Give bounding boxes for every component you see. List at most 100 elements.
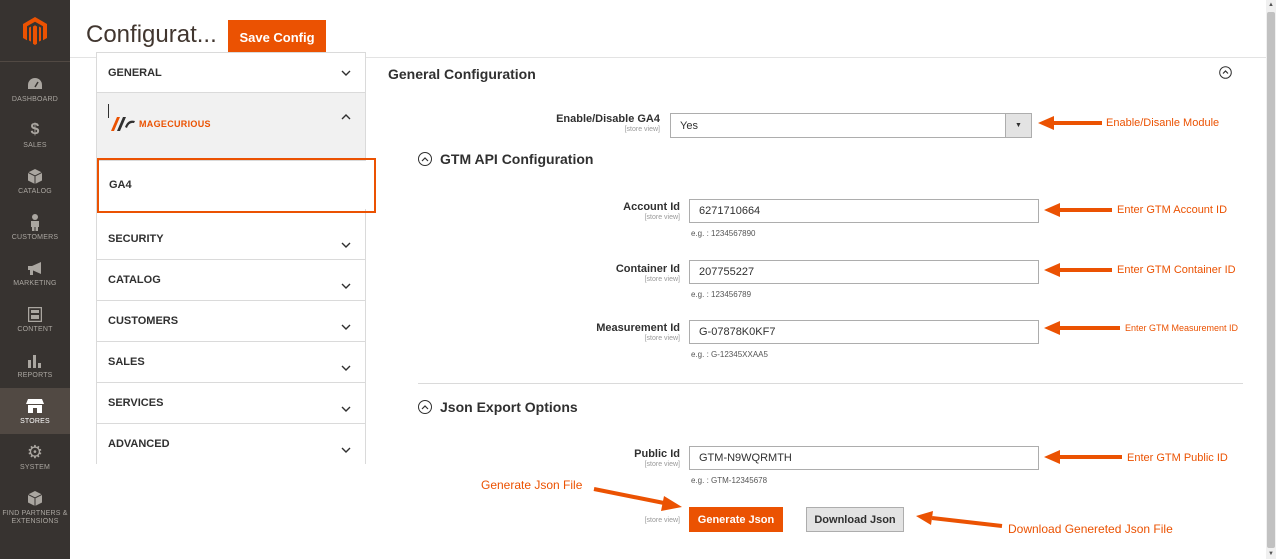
tab-label: SECURITY bbox=[108, 233, 164, 245]
measurement-id-note: e.g. : G-12345XXAA5 bbox=[691, 350, 768, 359]
nav-item-reports[interactable]: REPORTS bbox=[0, 342, 70, 388]
nav-label: CATALOG bbox=[18, 188, 52, 195]
tab-label: GENERAL bbox=[108, 67, 162, 79]
magecurious-icon bbox=[111, 117, 135, 131]
page-header: Configurat... Save Config bbox=[70, 0, 1266, 58]
nav-label: CONTENT bbox=[17, 326, 53, 333]
box-icon bbox=[28, 488, 42, 508]
section-title-general-configuration: General Configuration bbox=[388, 66, 536, 82]
annotation-generate: Generate Json File bbox=[481, 478, 583, 492]
brand-label: MAGECURIOUS bbox=[139, 119, 211, 129]
bar-chart-icon bbox=[28, 350, 42, 370]
annotation-container: Enter GTM Container ID bbox=[1117, 264, 1236, 276]
nav-item-marketing[interactable]: MARKETING bbox=[0, 250, 70, 296]
enable-ga4-select[interactable]: Yes ▼ bbox=[670, 113, 1032, 138]
nav-item-customers[interactable]: CUSTOMERS bbox=[0, 204, 70, 250]
magento-logo[interactable] bbox=[0, 0, 70, 62]
field-label: Measurement Id bbox=[596, 322, 680, 334]
nav-item-catalog[interactable]: CATALOG bbox=[0, 158, 70, 204]
scope-label: [store view] bbox=[644, 335, 680, 342]
tab-security[interactable]: SECURITY bbox=[97, 219, 365, 260]
public-id-note: e.g. : GTM-12345678 bbox=[691, 476, 768, 485]
nav-item-stores[interactable]: STORES bbox=[0, 388, 70, 434]
collapse-circle-icon bbox=[418, 152, 432, 166]
buttons-scope: [store view] bbox=[600, 516, 680, 524]
megaphone-icon bbox=[27, 258, 43, 278]
json-export-section-header[interactable]: Json Export Options bbox=[418, 399, 578, 415]
admin-sidebar: DASHBOARD $ SALES CATALOG CUSTOMERS MARK… bbox=[0, 0, 70, 559]
public-id-label: Public Id [store view] bbox=[570, 448, 680, 468]
chevron-down-icon bbox=[341, 235, 351, 253]
annotation-enable: Enable/Disanle Module bbox=[1106, 117, 1220, 129]
gtm-api-section-header[interactable]: GTM API Configuration bbox=[418, 151, 593, 167]
scope-label: [store view] bbox=[644, 214, 680, 221]
field-label: Container Id bbox=[615, 263, 680, 275]
field-label: Public Id bbox=[634, 448, 680, 460]
tab-services[interactable]: SERVICES bbox=[97, 383, 365, 424]
cube-icon bbox=[28, 166, 42, 186]
gtm-api-section-title: GTM API Configuration bbox=[440, 151, 594, 167]
tab-general[interactable]: GENERAL bbox=[97, 53, 365, 93]
dollar-icon: $ bbox=[30, 121, 40, 138]
content-icon bbox=[28, 304, 42, 324]
nav-label: SALES bbox=[23, 142, 47, 149]
nav-item-sales[interactable]: $ SALES bbox=[0, 112, 70, 158]
page-title: Configurat... bbox=[86, 21, 217, 48]
ga4-highlight-box bbox=[97, 158, 376, 213]
chevron-up-icon bbox=[341, 107, 351, 125]
nav-item-dashboard[interactable]: DASHBOARD bbox=[0, 66, 70, 112]
magecurious-logo: MAGECURIOUS bbox=[111, 117, 211, 131]
magento-logo-icon bbox=[23, 16, 47, 45]
measurement-id-label: Measurement Id [store view] bbox=[570, 322, 680, 342]
download-json-button[interactable]: Download Json bbox=[806, 507, 904, 532]
account-id-note: e.g. : 1234567890 bbox=[691, 229, 756, 238]
save-config-button[interactable]: Save Config bbox=[228, 20, 326, 55]
nav-label: STORES bbox=[20, 418, 50, 425]
chevron-down-icon bbox=[341, 399, 351, 417]
tab-label: SERVICES bbox=[108, 397, 164, 409]
config-tabs: GENERAL MAGECURIOUS GA4 SECURITY CATALOG bbox=[96, 52, 366, 465]
generate-json-button[interactable]: Generate Json bbox=[689, 507, 783, 532]
nav-item-system[interactable]: ⚙ SYSTEM bbox=[0, 434, 70, 480]
field-label: Account Id bbox=[623, 201, 680, 213]
tab-divider bbox=[108, 104, 109, 118]
nav-item-content[interactable]: CONTENT bbox=[0, 296, 70, 342]
collapse-circle-icon bbox=[418, 400, 432, 414]
tab-advanced[interactable]: ADVANCED bbox=[97, 424, 365, 465]
measurement-id-input[interactable]: G-07878K0KF7 bbox=[689, 320, 1039, 344]
account-id-label: Account Id [store view] bbox=[570, 201, 680, 221]
container-id-label: Container Id [store view] bbox=[570, 263, 680, 283]
section-divider bbox=[418, 383, 1243, 384]
scope-label: [store view] bbox=[644, 276, 680, 283]
nav-label: REPORTS bbox=[17, 372, 53, 379]
person-icon bbox=[30, 212, 40, 232]
annotation-download: Download Genereted Json File bbox=[1008, 522, 1173, 536]
scope-label: [store view] bbox=[644, 461, 680, 468]
scrollbar-thumb[interactable] bbox=[1267, 12, 1275, 548]
dashboard-icon bbox=[27, 74, 43, 94]
tab-label: ADVANCED bbox=[108, 438, 170, 450]
container-id-note: e.g. : 123456789 bbox=[691, 290, 752, 299]
tab-magecurious[interactable]: MAGECURIOUS bbox=[97, 93, 365, 161]
tab-customers[interactable]: CUSTOMERS bbox=[97, 301, 365, 342]
public-id-input[interactable]: GTM-N9WQRMTH bbox=[689, 446, 1039, 470]
scope-label: [store view] bbox=[644, 517, 680, 524]
tab-sales[interactable]: SALES bbox=[97, 342, 365, 383]
field-label: Enable/Disable GA4 bbox=[556, 113, 660, 125]
tab-catalog[interactable]: CATALOG bbox=[97, 260, 365, 301]
nav-label: DASHBOARD bbox=[11, 96, 59, 103]
tab-label: CATALOG bbox=[108, 274, 161, 286]
account-id-input[interactable]: 6271710664 bbox=[689, 199, 1039, 223]
annotation-account: Enter GTM Account ID bbox=[1117, 204, 1228, 216]
scroll-up-icon[interactable]: ▲ bbox=[1266, 0, 1276, 10]
container-id-input[interactable]: 207755227 bbox=[689, 260, 1039, 284]
nav-item-find-partners[interactable]: FIND PARTNERS & EXTENSIONS bbox=[0, 482, 70, 532]
scroll-down-icon[interactable]: ▼ bbox=[1266, 549, 1276, 559]
annotation-measurement: Enter GTM Measurement ID bbox=[1125, 323, 1239, 333]
collapse-section-icon[interactable] bbox=[1219, 66, 1232, 84]
annotation-public: Enter GTM Public ID bbox=[1127, 452, 1228, 464]
json-export-section-title: Json Export Options bbox=[440, 399, 578, 415]
chevron-down-icon bbox=[341, 358, 351, 376]
tab-label: CUSTOMERS bbox=[108, 315, 179, 327]
chevron-down-icon bbox=[341, 276, 351, 294]
